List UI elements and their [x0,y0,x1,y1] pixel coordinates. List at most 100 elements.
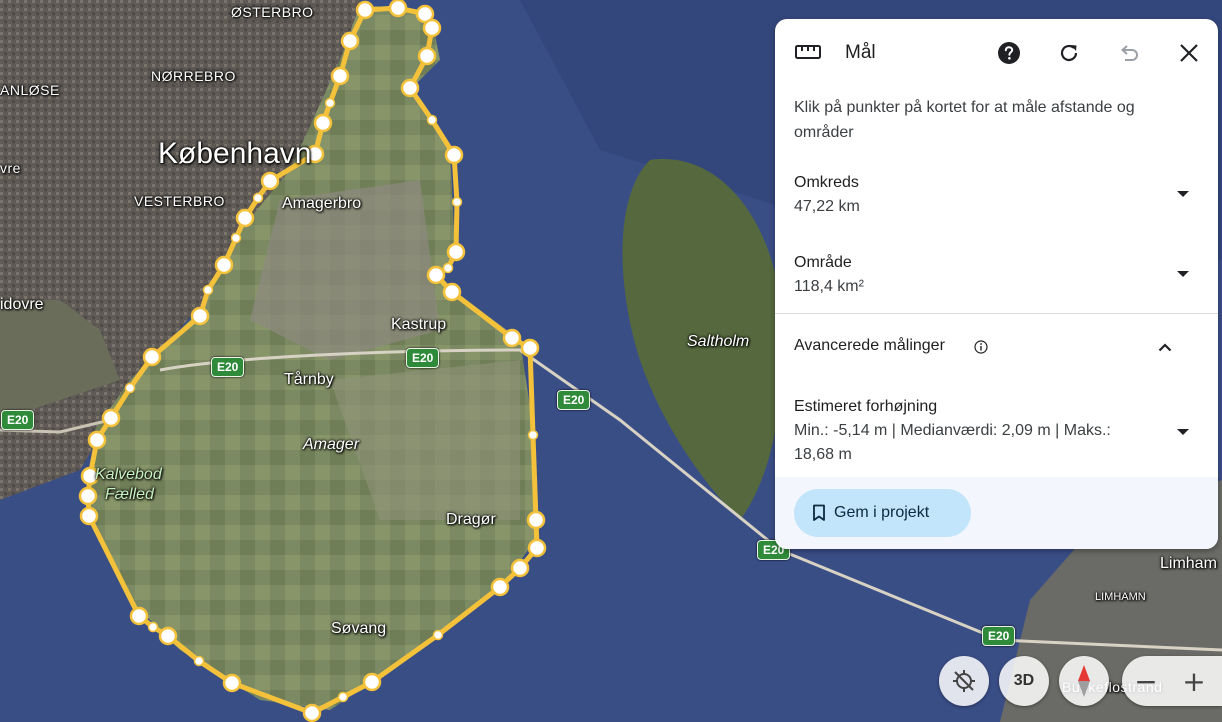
measure-point[interactable] [526,510,546,530]
help-button[interactable] [995,39,1023,67]
area-label: Område [794,254,852,271]
measure-panel: Mål Klik på punkter på kortet for at mål… [775,19,1218,549]
road-shield-e20: E20 [1,410,35,430]
panel-header: Mål [775,19,1218,89]
measure-point[interactable] [422,18,442,38]
perimeter-label: Omkreds [794,174,859,191]
zoom-out-button[interactable]: − [1124,656,1168,706]
measure-point[interactable] [129,606,149,626]
info-icon[interactable] [974,340,988,354]
elevation-dropdown-icon[interactable] [1177,429,1189,435]
map-label-limhamn-large: Limham [1160,555,1217,572]
map-label-amager: Amager [303,436,360,453]
measure-point[interactable] [260,171,280,191]
measure-midpoint[interactable] [527,429,539,441]
measure-midpoint[interactable] [324,97,336,109]
elevation-value: Min.: -5,14 m | Medianværdi: 2,09 m | Ma… [794,422,1111,463]
map-label-hvidovre-top: vre [0,160,21,176]
measure-point[interactable] [190,306,210,326]
measure-point[interactable] [355,0,375,20]
divider [775,313,1218,314]
compass-icon [1078,665,1090,697]
perimeter-dropdown-icon[interactable] [1177,191,1189,197]
road-shield-e20: E20 [982,626,1016,646]
measure-point[interactable] [222,673,242,693]
measure-point[interactable] [302,703,322,722]
compass-button[interactable] [1059,656,1109,706]
chevron-up-icon[interactable] [1158,342,1172,352]
measure-point[interactable] [313,113,333,133]
map-label-amagerbro: Amagerbro [282,195,362,212]
measure-point[interactable] [330,66,350,86]
measure-point[interactable] [142,347,162,367]
measure-midpoint[interactable] [442,262,454,274]
help-icon [998,42,1020,64]
measure-midpoint[interactable] [147,621,159,633]
bookmark-icon [813,504,825,521]
map-label-saltholm: Saltholm [687,333,750,350]
location-off-icon [953,670,975,692]
measure-point[interactable] [527,538,547,558]
measure-point[interactable] [158,626,178,646]
measure-point[interactable] [417,46,437,66]
measure-point[interactable] [101,408,121,428]
panel-footer: Gem i projekt [775,477,1218,549]
zoom-in-button[interactable]: + [1172,656,1216,706]
undo-button[interactable] [1115,39,1143,67]
measure-point[interactable] [214,255,234,275]
measure-point[interactable] [502,328,522,348]
measure-midpoint[interactable] [432,629,444,641]
measure-point[interactable] [79,506,99,526]
map-label-dragor: Dragør [446,511,496,528]
refresh-icon [1060,44,1078,62]
measure-point[interactable] [426,265,446,285]
map-label-kastrup: Kastrup [391,316,447,333]
area-value: 118,4 km² [794,278,864,295]
measure-point[interactable] [444,145,464,165]
save-to-project-label: Gem i projekt [834,504,930,521]
map-label-vanlose: ANLØSE [0,82,60,98]
measure-point[interactable] [400,78,420,98]
measure-point[interactable] [388,0,408,18]
perimeter-row: Omkreds 47,22 km [794,171,1194,219]
3d-label: 3D [1013,672,1035,689]
measure-point[interactable] [446,242,466,262]
measure-midpoint[interactable] [193,655,205,667]
measure-point[interactable] [235,208,255,228]
zoom-controls: − + [1122,656,1222,706]
measure-midpoint[interactable] [230,232,242,244]
close-icon [1180,44,1198,62]
road-shield-e20: E20 [211,357,245,377]
map-label-kalvebod: Kalvebod Fælled [95,466,162,503]
perimeter-value: 47,22 km [794,198,860,215]
measure-midpoint[interactable] [426,114,438,126]
measure-point[interactable] [78,486,98,506]
close-button[interactable] [1175,39,1203,67]
measure-point[interactable] [340,31,360,51]
ruler-icon [795,45,821,59]
panel-description: Klik på punkter på kortet for at måle af… [794,99,1135,141]
measure-midpoint[interactable] [124,382,136,394]
refresh-button[interactable] [1055,39,1083,67]
undo-icon [1120,45,1138,61]
area-dropdown-icon[interactable] [1177,271,1189,277]
measure-midpoint[interactable] [202,284,214,296]
save-to-project-button[interactable]: Gem i projekt [794,489,971,537]
measure-point[interactable] [520,338,540,358]
measure-midpoint[interactable] [451,196,463,208]
map-label-osterbro: ØSTERBRO [231,4,314,20]
measure-point[interactable] [362,672,382,692]
map-label-vesterbro: VESTERBRO [134,193,225,209]
map-label-limhamn: LIMHAMN [1095,591,1146,603]
measure-point[interactable] [510,558,530,578]
measure-point[interactable] [87,430,107,450]
3d-toggle-button[interactable]: 3D [999,656,1049,706]
measure-midpoint[interactable] [337,691,349,703]
measure-point[interactable] [442,282,462,302]
advanced-measurements-label[interactable]: Avancerede målinger [794,337,945,355]
measure-midpoint[interactable] [252,192,264,204]
location-off-button[interactable] [939,656,989,706]
measure-point[interactable] [490,577,510,597]
elevation-label: Estimeret forhøjning [794,398,938,415]
panel-title: Mål [845,42,876,63]
